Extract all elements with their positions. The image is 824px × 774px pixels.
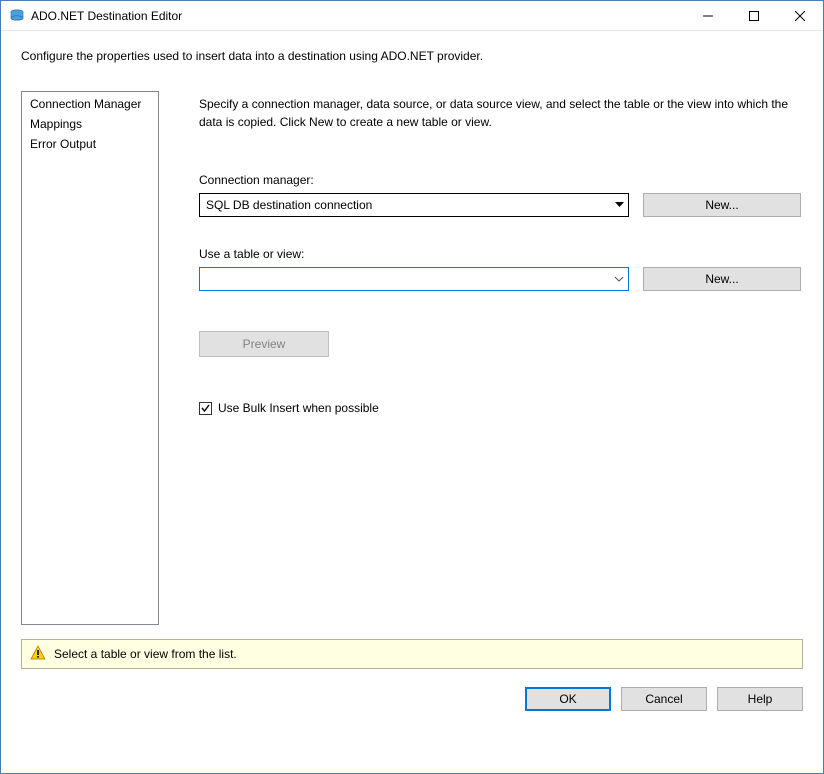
connection-manager-label: Connection manager: xyxy=(199,173,801,187)
bulk-insert-checkbox-row[interactable]: Use Bulk Insert when possible xyxy=(199,401,801,415)
connection-manager-dropdown[interactable]: SQL DB destination connection xyxy=(199,193,629,217)
nav-item-error-output[interactable]: Error Output xyxy=(22,134,158,154)
close-button[interactable] xyxy=(777,1,823,30)
window-title: ADO.NET Destination Editor xyxy=(31,9,685,23)
warning-icon xyxy=(30,645,46,664)
titlebar: ADO.NET Destination Editor xyxy=(1,1,823,31)
minimize-button[interactable] xyxy=(685,1,731,30)
nav-item-mappings[interactable]: Mappings xyxy=(22,114,158,134)
status-message: Select a table or view from the list. xyxy=(54,647,237,661)
bulk-insert-checkbox[interactable] xyxy=(199,402,212,415)
ok-button[interactable]: OK xyxy=(525,687,611,711)
window-controls xyxy=(685,1,823,30)
panel-description: Specify a connection manager, data sourc… xyxy=(199,95,801,131)
table-dropdown[interactable] xyxy=(199,267,629,291)
help-button[interactable]: Help xyxy=(717,687,803,711)
dialog-buttons: OK Cancel Help xyxy=(1,669,823,729)
cancel-button[interactable]: Cancel xyxy=(621,687,707,711)
new-connection-button[interactable]: New... xyxy=(643,193,801,217)
maximize-button[interactable] xyxy=(731,1,777,30)
status-bar: Select a table or view from the list. xyxy=(21,639,803,669)
table-label: Use a table or view: xyxy=(199,247,801,261)
new-table-button[interactable]: New... xyxy=(643,267,801,291)
nav-panel: Connection Manager Mappings Error Output xyxy=(21,91,159,625)
preview-button[interactable]: Preview xyxy=(199,331,329,357)
chevron-down-icon xyxy=(610,268,628,290)
dialog-description: Configure the properties used to insert … xyxy=(21,49,803,63)
dropdown-arrow-icon xyxy=(610,194,628,216)
connection-manager-value: SQL DB destination connection xyxy=(200,198,610,212)
table-value xyxy=(200,272,610,286)
nav-item-connection-manager[interactable]: Connection Manager xyxy=(22,94,158,114)
bulk-insert-label: Use Bulk Insert when possible xyxy=(218,401,379,415)
app-icon xyxy=(9,8,25,24)
